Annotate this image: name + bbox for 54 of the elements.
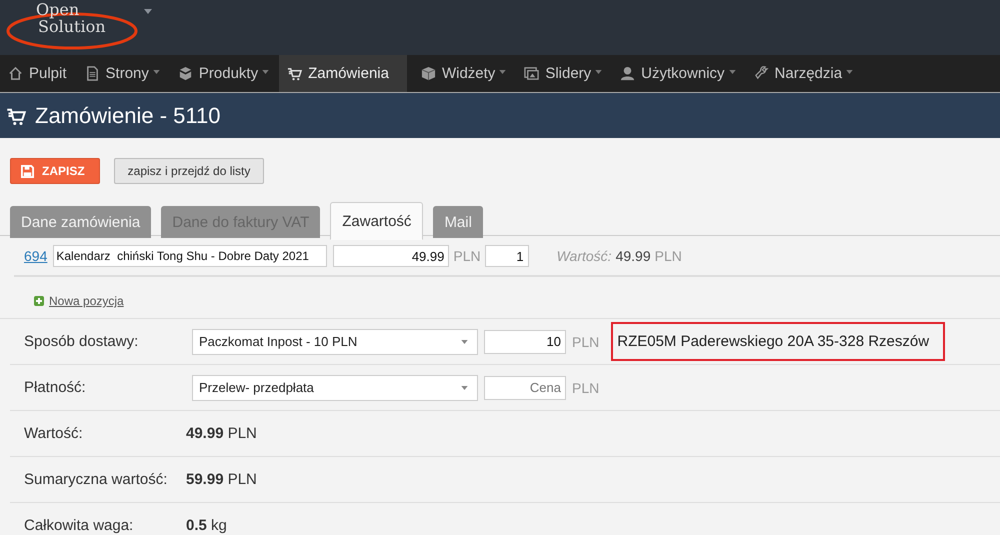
nav-item[interactable]: Strony [76, 55, 170, 92]
delivery-dropdown[interactable]: Paczkomat Inpost - 10 PLN [192, 328, 478, 354]
nav-item[interactable]: Widżety [412, 55, 516, 92]
caret-icon[interactable] [144, 9, 152, 14]
tab[interactable]: Zawartość [330, 202, 424, 240]
caret-icon [499, 70, 506, 74]
currency-label: PLN [453, 248, 481, 264]
caret-icon [461, 340, 468, 344]
page-icon [84, 66, 100, 81]
field-label: Płatność: [24, 379, 87, 396]
nav-item[interactable]: Slidery [516, 55, 612, 92]
currency-label: PLN [572, 380, 600, 396]
value-label: Wartość: [556, 248, 612, 264]
field-label: Sumaryczna wartość: [24, 471, 168, 488]
nav-item[interactable]: Użytkownicy [612, 55, 746, 92]
payment-price-field[interactable]: Cena [484, 376, 566, 400]
wrench-icon [754, 66, 769, 81]
field-label: Całkowita waga: [24, 517, 134, 534]
boxes-icon [178, 66, 193, 81]
field-value: 0.5 kg [186, 517, 227, 534]
pickup-point-text: RZE05M Paderewskiego 20A 35-328 Rzeszów [611, 322, 946, 361]
product-name-field[interactable]: Kalendarz chiński Tong Shu - Dobre Daty 2021 [53, 245, 328, 267]
price-field[interactable]: 49.99 [333, 245, 450, 267]
new-item-link[interactable]: Nowa pozycja [49, 294, 124, 308]
currency-label: PLN [572, 334, 600, 350]
quantity-field[interactable]: 1 [484, 245, 529, 267]
nav-item[interactable]: Narzędzia [746, 55, 864, 92]
caret-icon [846, 70, 854, 74]
cube-icon [420, 66, 436, 81]
payment-dropdown[interactable]: Przelew- przedpłata [192, 374, 478, 400]
plus-icon [34, 296, 44, 306]
field-label: Wartość: [24, 425, 84, 442]
field-value: 49.99 PLN [186, 425, 257, 442]
product-id-link[interactable]: 694 [24, 248, 48, 264]
nav-item[interactable]: Produkty [170, 55, 280, 92]
currency-label: PLN [654, 248, 682, 264]
caret-icon [262, 70, 270, 74]
delivery-price-field[interactable]: 10 [484, 330, 566, 354]
logo-text: Solution [38, 19, 106, 35]
nav-item[interactable]: Pulpit [0, 55, 77, 92]
image-icon [524, 66, 540, 81]
caret-icon [461, 386, 468, 390]
caret-icon [595, 70, 602, 74]
value-text: 49.99 [616, 248, 651, 264]
caret-icon [152, 70, 160, 74]
field-value: 59.99 PLN [186, 471, 257, 488]
cart-icon [287, 66, 302, 81]
caret-icon [728, 70, 736, 74]
page-title: Zamówienie - 5110 [35, 102, 220, 128]
nav-item[interactable]: Zamówienia [279, 55, 407, 92]
user-icon [620, 66, 636, 81]
field-label: Sposób dostawy: [24, 333, 140, 350]
home-icon [8, 66, 23, 81]
save-and-list-button[interactable]: zapisz i przejdź do listy [114, 158, 264, 184]
